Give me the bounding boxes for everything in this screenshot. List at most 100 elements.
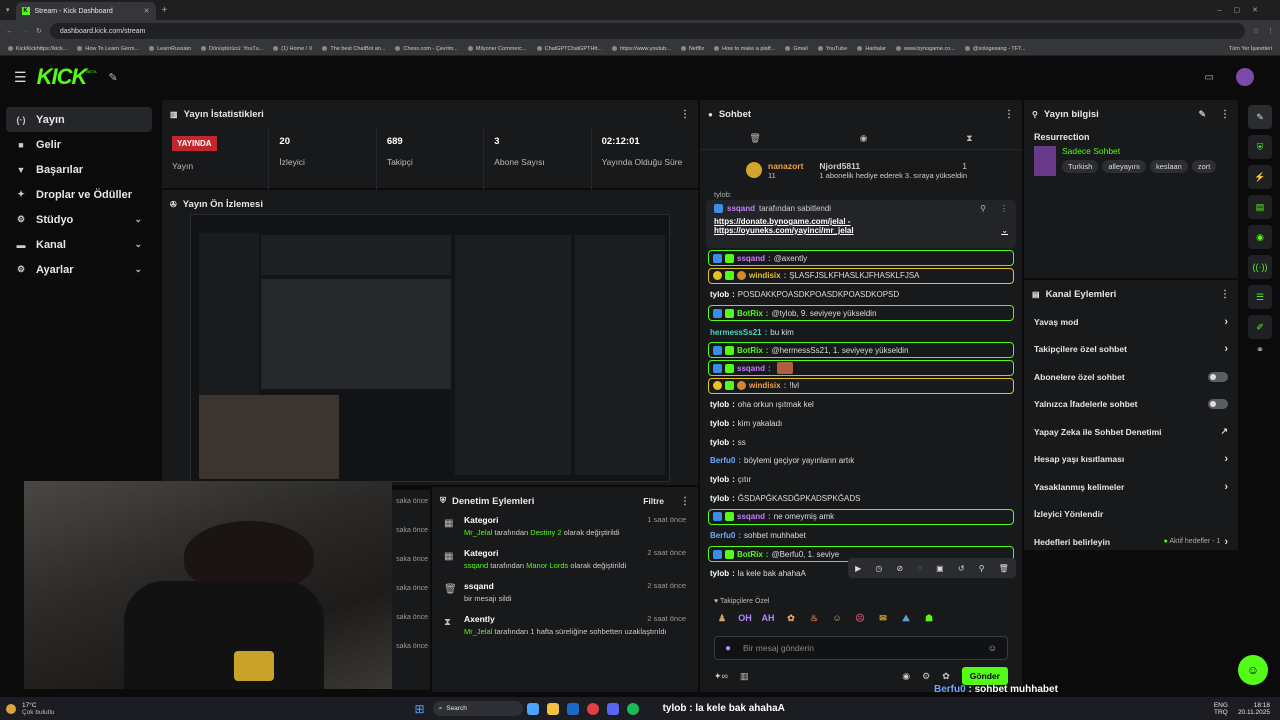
chat-message[interactable]: windisix: !lvl (708, 377, 1014, 394)
more-options-icon[interactable]: ⋮ (1004, 109, 1014, 120)
mod-highlight[interactable]: Destiny 2 (530, 528, 561, 537)
toggle-switch[interactable] (1208, 371, 1228, 382)
channel-action-row[interactable]: Takipçilere özel sohbet › (1024, 336, 1238, 364)
lightning-icon[interactable]: ⚡ (1248, 165, 1272, 189)
chat-message[interactable]: Berfu0: sohbet muhhabet (700, 526, 1022, 545)
play-icon[interactable]: ▶ (855, 564, 861, 573)
sidebar-item-droplar[interactable]: ✦ Droplar ve Ödüller (6, 182, 152, 207)
trash-icon[interactable]: 🗑 (749, 133, 760, 144)
undo-icon[interactable]: ↺ (958, 564, 965, 573)
pin-icon[interactable]: ⚲ (979, 564, 985, 573)
bookmark-item[interactable]: www.bynogame.co... (896, 46, 955, 52)
stream-preview-video[interactable] (190, 214, 670, 482)
emote-icon[interactable]: ♨ (806, 611, 822, 625)
bookmark-item[interactable]: @sologesang - TFT... (964, 46, 1025, 52)
chat-username[interactable]: Berfu0 (710, 456, 735, 465)
delete-icon[interactable]: 🗑 (999, 564, 1009, 573)
sidebar-item-studyo[interactable]: ⚙ Stüdyo ⌄ (6, 207, 152, 232)
channel-action-row[interactable]: İzleyici Yönlendir (1024, 501, 1238, 529)
channel-action-row[interactable]: Hesap yaşı kısıtlaması › (1024, 446, 1238, 474)
browser-tab[interactable]: K Stream - Kick Dashboard ✕ (15, 2, 156, 20)
toggle-switch[interactable] (1208, 399, 1228, 410)
avatar[interactable] (1236, 68, 1254, 86)
chrome-icon[interactable] (586, 702, 599, 715)
chat-message[interactable]: tylob: oha orkun ışıtmak kel (700, 396, 1022, 415)
mod-highlight[interactable]: Manor Lords (526, 561, 568, 570)
chevron-down-icon[interactable]: ⌄ (1001, 226, 1008, 235)
send-button[interactable]: Gönder (961, 667, 1008, 685)
pinned-link-donate[interactable]: https://donate.bynogame.com/jelal (714, 217, 846, 226)
mod-user[interactable]: ssqand (464, 561, 488, 570)
chat-message[interactable]: BotRix: @tylob, 9. seviyeye yükseldin (708, 305, 1014, 322)
chat-username[interactable]: tylob (710, 494, 729, 503)
sidebar-item-ayarlar[interactable]: ⚙ Ayarlar ⌄ (6, 257, 152, 282)
broadcast-icon[interactable]: ((·)) (1248, 255, 1272, 279)
edit-pencil-icon[interactable]: ✎ (1198, 109, 1206, 120)
document-icon[interactable]: ▤ (1248, 195, 1272, 219)
bookmark-item[interactable]: LearnRussian (149, 46, 191, 52)
bookmark-item[interactable]: ChatGPTChatGPTHtt... (536, 46, 602, 52)
emoji-icon[interactable]: ☺ (988, 643, 997, 653)
folder-icon[interactable] (546, 702, 559, 715)
language-indicator[interactable]: ENG TRQ (1214, 702, 1228, 716)
support-chat-icon[interactable]: ☺ (1238, 655, 1268, 685)
more-options-icon[interactable]: ⋮ (680, 496, 690, 507)
new-tab-icon[interactable]: + (162, 5, 168, 16)
chat-username[interactable]: tylob (710, 419, 729, 428)
chat-username[interactable]: ssqand (737, 512, 765, 521)
bookmark-item[interactable]: The best ChatBot an... (322, 46, 385, 52)
shield-icon[interactable]: ⛨ (1248, 135, 1272, 159)
taskbar-search[interactable]: ⌕ Search (432, 701, 523, 716)
channel-action-row[interactable]: Yalnızca İfadelerle sohbet (1024, 391, 1238, 419)
kick-logo[interactable]: KICK (37, 64, 88, 90)
bookmark-star-icon[interactable]: ☆ (1253, 27, 1259, 35)
chat-username[interactable]: tylob (710, 438, 729, 447)
emote-icon[interactable]: ✿ (783, 611, 799, 625)
chat-message[interactable]: ssqand: @axently (708, 250, 1014, 266)
more-options-icon[interactable]: ⋮ (1220, 109, 1230, 120)
forward-icon[interactable]: → (21, 28, 28, 35)
pin-icon[interactable]: ⚲ (980, 204, 986, 213)
filter-button[interactable]: Filtre (643, 496, 664, 506)
chat-bubble-icon[interactable]: ◉ (902, 671, 910, 682)
share-icon[interactable]: ⚭ (1256, 345, 1264, 356)
list-icon[interactable]: ☰ (1248, 285, 1272, 309)
bookmark-item[interactable]: (1) Home / X (273, 46, 312, 52)
spotify-icon[interactable] (626, 702, 639, 715)
chat-username[interactable]: BotRix (737, 309, 763, 318)
emote-oh[interactable]: OH (737, 611, 753, 625)
mod-user[interactable]: Mr_Jelal (464, 627, 492, 636)
sidebar-item-kanal[interactable]: ▬ Kanal ⌄ (6, 232, 152, 257)
more-options-icon[interactable]: ⋮ (1220, 289, 1230, 300)
mod-user[interactable]: Mr_Jelal (464, 528, 492, 537)
emote-icon[interactable]: ⛰ (898, 611, 914, 625)
tag[interactable]: keslaan (1150, 160, 1188, 173)
emote-ah[interactable]: AH (760, 611, 776, 625)
store-icon[interactable]: ▥ (740, 671, 749, 682)
chat-bubble-icon[interactable]: ◉ (1248, 225, 1272, 249)
channel-action-row[interactable]: Yavaş mod › (1024, 308, 1238, 336)
reload-icon[interactable]: ↻ (36, 27, 42, 35)
extensions-icon[interactable]: ⋮ (1267, 27, 1274, 35)
chat-username[interactable]: hermessSs21 (710, 328, 762, 337)
chat-username[interactable]: tylob (710, 569, 729, 578)
chat-message[interactable]: ssqand: ne omeymiş amk (708, 508, 1014, 525)
emote-icon[interactable]: ☹ (852, 611, 868, 625)
chat-username[interactable]: ssqand (737, 254, 765, 263)
bookmark-item[interactable]: YouTube (817, 46, 847, 52)
chat-username[interactable]: windisix (749, 271, 781, 280)
chat-message[interactable]: tylob: çıtır (700, 470, 1022, 489)
emote-icon[interactable]: ♟ (714, 611, 730, 625)
more-options-icon[interactable]: ⋮ (680, 109, 690, 120)
reply-icon[interactable]: ◌ (917, 564, 922, 573)
windows-start-icon[interactable]: ⊞ (415, 702, 425, 716)
chat-settings-icon[interactable]: ◉ (860, 133, 868, 144)
url-field[interactable]: dashboard.kick.com/stream (49, 23, 1245, 39)
bookmark-item[interactable]: How To Learn Germ... (77, 46, 139, 52)
clock[interactable]: 18:18 20.11.2025 (1238, 702, 1270, 716)
weather-widget[interactable]: 17°C Çok bulutlu (22, 702, 55, 716)
sidebar-item-gelir[interactable]: ■ Gelir (6, 132, 152, 157)
sidebar-item-basarilar[interactable]: ▼ Başarılar (6, 157, 152, 182)
channel-action-row[interactable]: Yapay Zeka ile Sohbet Denetimi ↗ (1024, 418, 1238, 446)
timeout-clock-icon[interactable]: ◷ (875, 564, 882, 573)
